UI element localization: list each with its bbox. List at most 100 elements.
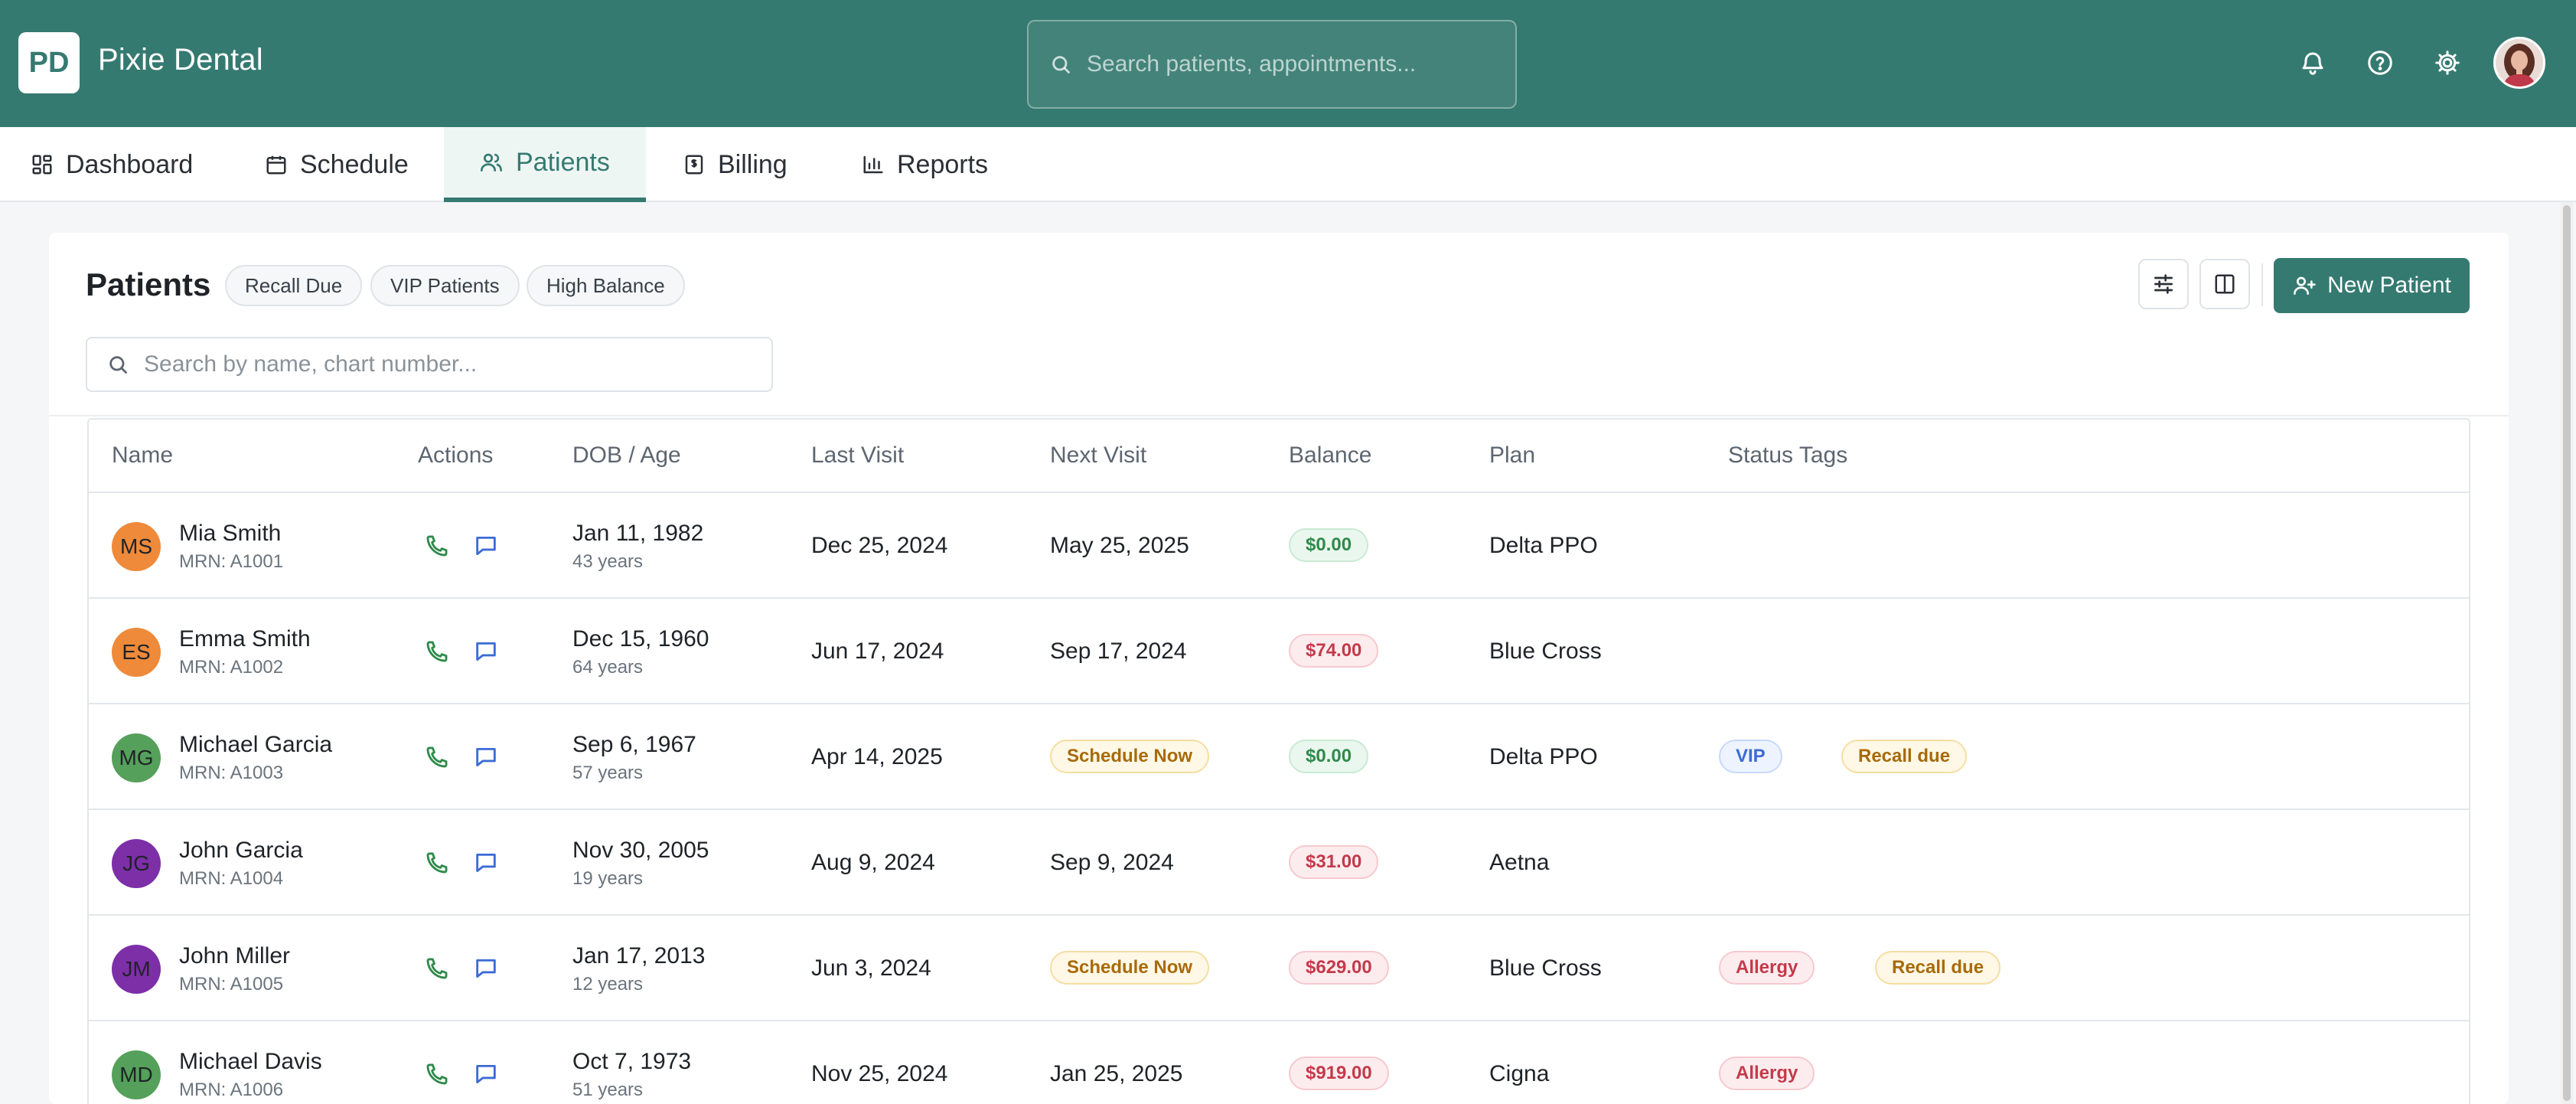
patient-mrn: MRN: A1004 [179,868,284,889]
patient-dob: Jan 11, 1982 [572,521,704,546]
table-row[interactable]: ES Emma Smith MRN: A1002 Dec 15, 1960 64… [89,599,2469,704]
table-row[interactable]: JG John Garcia MRN: A1004 Nov 30, 2005 1… [89,810,2469,916]
message-icon[interactable] [473,744,499,774]
col-name[interactable]: Name [112,443,173,469]
columns-toggle-button[interactable] [2199,259,2250,309]
patient-dob: Nov 30, 2005 [572,838,709,863]
col-plan[interactable]: Plan [1489,443,1535,469]
calendar-icon [266,155,286,175]
status-tag-recall: Recall due [1875,951,2001,985]
tab-patients[interactable]: Patients [444,127,646,202]
col-dob-age[interactable]: DOB / Age [572,443,681,469]
top-bar: PD Pixie Dental [0,0,2576,127]
table-row[interactable]: JM John Miller MRN: A1005 Jan 17, 2013 1… [89,916,2469,1021]
balance-badge: $0.00 [1289,740,1369,773]
patient-name[interactable]: Mia Smith [179,521,281,547]
insurance-plan: Aetna [1489,850,1550,875]
patient-age: 51 years [572,1080,644,1100]
patient-name[interactable]: John Garcia [179,838,303,864]
help-icon[interactable] [2363,46,2397,80]
patient-name[interactable]: Michael Davis [179,1049,322,1075]
page-title: Patients [86,266,211,302]
message-icon[interactable] [473,955,499,985]
insurance-plan: Delta PPO [1489,744,1598,769]
message-icon[interactable] [473,639,499,668]
patient-dob: Sep 6, 1967 [572,732,696,757]
balance-badge: $31.00 [1289,845,1379,879]
next-visit: Sep 17, 2024 [1050,639,1187,664]
last-visit: Dec 25, 2024 [811,533,948,558]
patient-age: 57 years [572,763,644,783]
table-row[interactable]: MS Mia Smith MRN: A1001 Jan 11, 1982 43 … [89,493,2469,599]
patient-age: 19 years [572,868,644,889]
col-last-visit[interactable]: Last Visit [811,443,904,469]
balance-badge: $0.00 [1289,528,1369,562]
phone-icon[interactable] [424,744,450,774]
global-search-input[interactable] [1087,51,1515,77]
patient-age: 43 years [572,551,644,572]
app-logo[interactable]: PD [18,32,80,93]
last-visit: Apr 14, 2025 [811,744,943,769]
chip-vip-patients[interactable]: VIP Patients [370,265,520,306]
last-visit: Jun 17, 2024 [811,639,944,664]
bell-icon[interactable] [2296,46,2330,80]
tab-schedule[interactable]: Schedule [265,127,409,202]
col-actions: Actions [418,443,494,468]
status-tag-allergy: Allergy [1719,1057,1815,1090]
table-row[interactable]: MD Michael Davis MRN: A1006 Oct 7, 1973 … [89,1021,2469,1104]
patient-dob: Oct 7, 1973 [572,1049,692,1074]
phone-icon[interactable] [424,639,450,668]
tab-billing[interactable]: Billing [683,127,787,202]
tab-reports[interactable]: Reports [862,127,988,202]
tab-billing-label: Billing [718,149,787,179]
tab-dashboard[interactable]: Dashboard [31,127,193,202]
patient-search-input[interactable] [144,351,756,377]
user-photo-icon [2496,39,2543,87]
user-plus-icon [2294,276,2316,295]
chip-high-balance[interactable]: High Balance [527,265,685,306]
schedule-now-button[interactable]: Schedule Now [1050,740,1210,773]
message-icon[interactable] [473,533,499,563]
filter-settings-button[interactable] [2138,259,2189,309]
bar-chart-icon [863,155,883,174]
patient-mrn: MRN: A1002 [179,657,284,678]
user-avatar[interactable] [2493,37,2545,89]
schedule-now-button[interactable]: Schedule Now [1050,951,1210,985]
status-tag-recall: Recall due [1841,740,1968,773]
table-row[interactable]: MG Michael Garcia MRN: A1003 Sep 6, 1967… [89,704,2469,810]
col-balance[interactable]: Balance [1289,443,1371,469]
patients-card: Patients Recall Due VIP Patients High Ba… [49,233,2509,1104]
message-icon[interactable] [473,1061,499,1091]
phone-icon[interactable] [424,1061,450,1091]
insurance-plan: Blue Cross [1489,639,1602,664]
insurance-plan: Cigna [1489,1061,1550,1086]
chip-recall-due[interactable]: Recall Due [225,265,363,306]
phone-icon[interactable] [424,533,450,563]
patient-search[interactable] [86,337,773,392]
last-visit: Nov 25, 2024 [811,1061,948,1086]
users-icon [481,153,502,171]
patient-name[interactable]: Emma Smith [179,626,311,652]
col-next-visit[interactable]: Next Visit [1050,443,1146,469]
tab-patients-label: Patients [516,147,610,177]
search-icon [109,356,127,374]
phone-icon[interactable] [424,955,450,985]
patient-mrn: MRN: A1003 [179,763,284,783]
card-divider [49,415,2509,416]
patient-age: 12 years [572,974,644,995]
next-visit: May 25, 2025 [1050,533,1189,558]
patient-name[interactable]: John Miller [179,943,290,969]
new-patient-button[interactable]: New Patient [2274,258,2470,313]
patient-name[interactable]: Michael Garcia [179,732,332,758]
gear-icon[interactable] [2431,46,2464,80]
phone-icon[interactable] [424,850,450,880]
toolbar-divider [2261,263,2263,306]
avatar: MS [112,522,161,571]
page-scrollbar[interactable] [2561,202,2573,1104]
app-logo-text: PD [28,46,70,79]
receipt-icon [685,155,703,175]
next-visit: Jan 25, 2025 [1050,1061,1183,1086]
scrollbar-thumb[interactable] [2563,205,2571,1101]
message-icon[interactable] [473,850,499,880]
global-search[interactable] [1027,20,1517,109]
